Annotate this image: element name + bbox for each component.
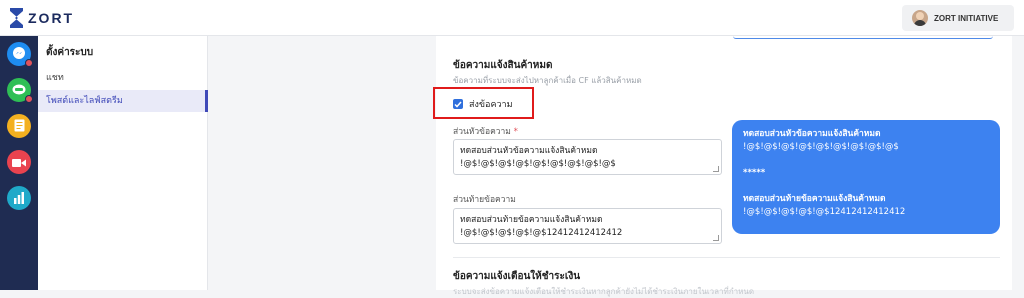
footer-value-line1: ทดสอบส่วนท้ายข้อความแจ้งสินค้าหมด [460,215,603,225]
message-preview-bubble: ทดสอบส่วนหัวข้อความแจ้งสินค้าหมด !@$!@$!… [732,120,1000,234]
header-field-label-text: ส่วนหัวข้อความ [453,127,511,137]
settings-sidebar: ตั้งค่าระบบ แชท โพสต์และไลฟ์สตรีม [38,36,208,290]
previous-preview-edge [733,36,993,39]
user-menu[interactable]: ZORT INITIATIVE [902,5,1014,31]
notes-icon [14,117,25,136]
top-bar: ZORT ZORT INITIATIVE [0,0,1024,36]
sidebar-item-chat[interactable]: แชท [38,67,208,89]
preview-spacer [743,180,989,193]
highlight-annotation [433,87,534,119]
footer-value-line2: !@$!@$!@$!@$!@$12412412412412 [460,228,623,238]
line-channel-button[interactable] [7,78,33,103]
user-avatar [912,10,928,26]
main-content: ข้อความแจ้งสินค้าหมด ข้อความที่ระบบจะส่ง… [208,36,1024,296]
line-icon [12,81,26,100]
video-camera-icon [12,153,26,172]
required-asterisk: * [513,127,518,137]
preview-header-line2: !@$!@$!@$!@$!@$!@$!@$!@$!@$ [743,142,899,152]
notification-badge [25,95,33,103]
payment-reminder-subtitle: ระบบจะส่งข้อความแจ้งเตือนให้ชำระเงินหากล… [453,287,755,296]
footer-field-label: ส่วนท้ายข้อความ [453,195,516,205]
zort-logo[interactable]: ZORT [10,8,74,28]
preview-header-line1: ทดสอบส่วนหัวข้อความแจ้งสินค้าหมด [743,129,881,139]
out-of-stock-subtitle: ข้อความที่ระบบจะส่งไปหาลูกค้าเมื่อ CF แล… [453,76,642,85]
header-field-label: ส่วนหัวข้อความ * [453,124,518,138]
section-divider [453,257,1000,258]
video-button[interactable] [7,150,31,174]
preview-footer-line1: ทดสอบส่วนท้ายข้อความแจ้งสินค้าหมด [743,194,886,204]
footer-message-textarea[interactable]: ทดสอบส่วนท้ายข้อความแจ้งสินค้าหมด !@$!@$… [453,208,722,244]
preview-spacer [743,154,989,167]
zort-logo-mark-icon [10,8,23,28]
out-of-stock-title: ข้อความแจ้งสินค้าหมด [453,60,553,71]
settings-card: ข้อความแจ้งสินค้าหมด ข้อความที่ระบบจะส่ง… [436,36,1012,296]
preview-separator: ***** [743,168,766,178]
user-name: ZORT INITIATIVE [934,13,999,23]
brand-name: ZORT [28,10,75,26]
resize-handle-icon[interactable] [713,235,719,241]
header-value-line1: ทดสอบส่วนหัวข้อความแจ้งสินค้าหมด [460,146,598,156]
preview-footer-line2: !@$!@$!@$!@$!@$12412412412412 [743,207,906,217]
bar-chart-icon [13,189,25,208]
messenger-channel-button[interactable] [7,42,33,67]
sidebar-item-posts-live[interactable]: โพสต์และไลฟ์สตรีม [38,90,208,112]
app-icon-rail [0,36,38,290]
header-value-line2: !@$!@$!@$!@$!@$!@$!@$!@$!@$ [460,159,616,169]
notes-button[interactable] [7,114,31,138]
settings-title: ตั้งค่าระบบ [46,47,94,58]
notification-badge [25,59,33,67]
analytics-button[interactable] [7,186,31,210]
header-message-textarea[interactable]: ทดสอบส่วนหัวข้อความแจ้งสินค้าหมด !@$!@$!… [453,139,722,175]
messenger-icon [12,45,26,64]
payment-reminder-title: ข้อความแจ้งเตือนให้ชำระเงิน [453,271,581,282]
resize-handle-icon[interactable] [713,166,719,172]
